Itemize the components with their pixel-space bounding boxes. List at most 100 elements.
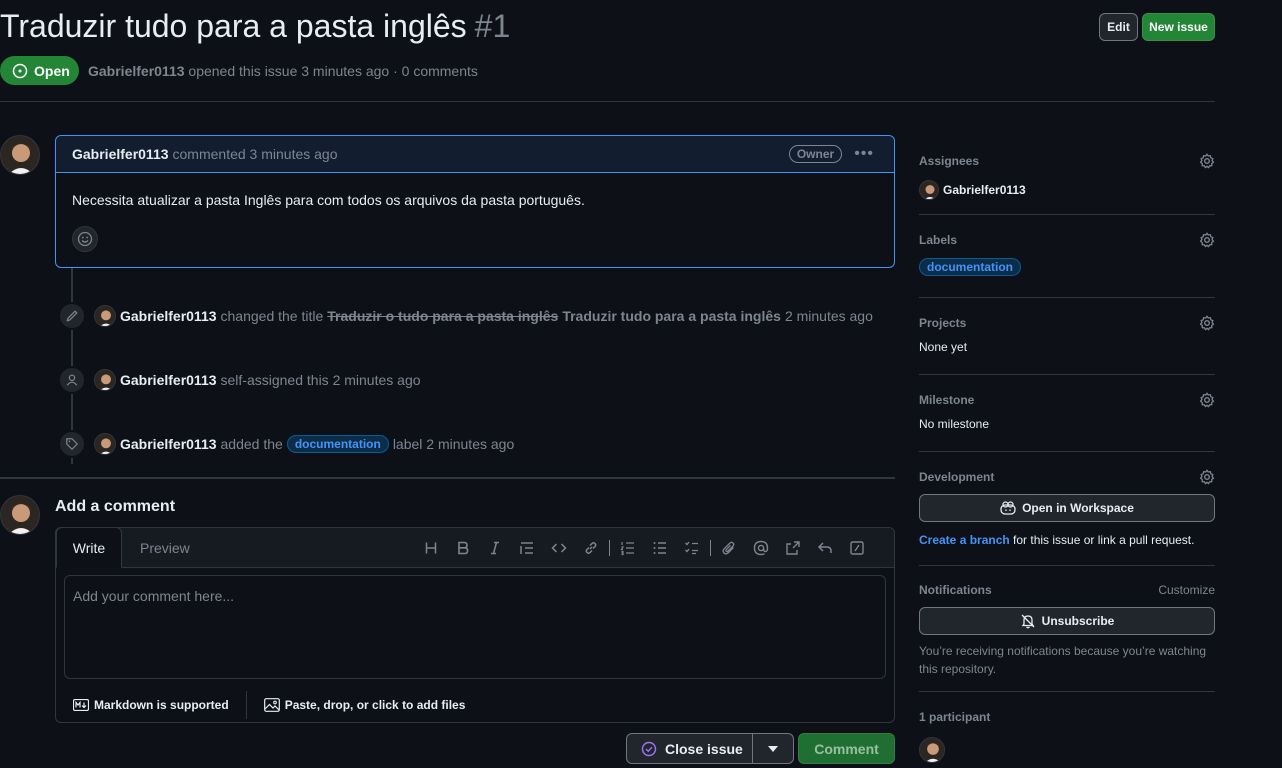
- close-options-button[interactable]: [752, 734, 793, 763]
- avatar[interactable]: [94, 433, 116, 455]
- toolbar-divider: [710, 540, 711, 556]
- issue-title-text: Traduzir tudo para a pasta inglês: [0, 8, 467, 44]
- gear-icon[interactable]: [1199, 469, 1215, 485]
- customize-link[interactable]: Customize: [1158, 583, 1215, 597]
- avatar[interactable]: [94, 369, 116, 391]
- close-issue-label: Close issue: [665, 740, 743, 757]
- sidebar-milestone: Milestone No milestone: [919, 391, 1215, 431]
- issue-open-icon: [12, 63, 28, 79]
- tab-preview[interactable]: Preview: [140, 540, 190, 556]
- sidebar-participants: 1 participant: [919, 708, 1215, 763]
- slash-commands-icon[interactable]: [841, 538, 873, 558]
- status-badge: Open: [0, 56, 79, 85]
- unsubscribe-button[interactable]: Unsubscribe: [919, 607, 1215, 635]
- status-label: Open: [34, 62, 70, 79]
- assignee-item[interactable]: Gabrielfer0113: [919, 180, 1215, 200]
- timeline-text: Gabrielfer0113 self-assigned this 2 minu…: [120, 372, 421, 388]
- comment-box: Gabrielfer0113 commented 3 minutes ago O…: [55, 135, 895, 268]
- bulleted-list-icon[interactable]: [644, 538, 676, 558]
- old-title: Traduzir o tudo para a pasta inglês: [327, 308, 559, 324]
- markdown-supported-link[interactable]: Markdown is supported: [73, 698, 229, 712]
- projects-heading: Projects: [919, 316, 967, 330]
- timeline-divider: [0, 477, 895, 479]
- sidebar-divider: [919, 297, 1215, 298]
- gear-icon[interactable]: [1199, 315, 1215, 331]
- notifications-heading: Notifications: [919, 583, 992, 597]
- comment-textarea[interactable]: Add your comment here...: [64, 575, 886, 679]
- assignees-heading: Assignees: [919, 154, 980, 168]
- sidebar-notifications: Notifications Customize Unsubscribe You’…: [919, 581, 1215, 678]
- label-documentation[interactable]: documentation: [919, 258, 1021, 276]
- attach-files-button[interactable]: Paste, drop, or click to add files: [263, 698, 465, 712]
- tab-write[interactable]: Write: [56, 527, 122, 568]
- person-icon: [58, 366, 86, 394]
- event-verb: changed the title: [220, 308, 324, 324]
- timeline-text: Gabrielfer0113 changed the title Traduzi…: [120, 308, 873, 324]
- code-icon[interactable]: [543, 538, 575, 558]
- owner-badge: Owner: [788, 145, 843, 163]
- edit-button[interactable]: Edit: [1099, 13, 1138, 41]
- actor-link[interactable]: Gabrielfer0113: [120, 372, 217, 388]
- event-verb: added the: [220, 436, 283, 452]
- numbered-list-icon[interactable]: [612, 538, 644, 558]
- development-heading: Development: [919, 470, 995, 484]
- comment-author-link[interactable]: Gabrielfer0113: [72, 146, 169, 162]
- gear-icon[interactable]: [1199, 153, 1215, 169]
- issue-author-link[interactable]: Gabrielfer0113: [88, 63, 185, 79]
- reply-icon[interactable]: [809, 538, 841, 558]
- event-text: self-assigned this 2 minutes ago: [220, 372, 421, 388]
- timeline-text: Gabrielfer0113 added the documentation l…: [120, 435, 514, 453]
- task-list-icon[interactable]: [676, 538, 708, 558]
- comment-timestamp[interactable]: commented 3 minutes ago: [173, 146, 338, 162]
- issue-title: Traduzir tudo para a pasta inglês #1: [0, 8, 510, 45]
- issue-number: #1: [474, 8, 511, 44]
- development-note: Create a branch for this issue or link a…: [919, 533, 1215, 547]
- avatar[interactable]: [919, 737, 945, 763]
- gear-icon[interactable]: [1199, 232, 1215, 248]
- avatar[interactable]: [94, 305, 116, 327]
- timeline-event-label: Gabrielfer0113 added the documentation l…: [58, 430, 514, 458]
- assignee-name: Gabrielfer0113: [943, 183, 1026, 197]
- issue-meta-text: opened this issue 3 minutes ago · 0 comm…: [188, 63, 478, 79]
- add-comment-heading: Add a comment: [55, 498, 176, 515]
- avatar[interactable]: [0, 495, 40, 535]
- kebab-menu-icon[interactable]: •••: [854, 145, 874, 163]
- mention-icon[interactable]: [745, 538, 777, 558]
- sidebar-divider: [919, 214, 1215, 215]
- check-circle-icon: [641, 741, 657, 757]
- actor-link[interactable]: Gabrielfer0113: [120, 436, 217, 452]
- labels-heading: Labels: [919, 233, 958, 247]
- issue-meta: Gabrielfer0113 opened this issue 3 minut…: [88, 63, 478, 79]
- gear-icon[interactable]: [1199, 392, 1215, 408]
- sidebar-divider: [919, 451, 1215, 452]
- avatar[interactable]: [0, 135, 40, 175]
- cross-reference-icon[interactable]: [777, 538, 809, 558]
- create-branch-link[interactable]: Create a branch: [919, 533, 1010, 547]
- quote-icon[interactable]: [511, 538, 543, 558]
- timeline-event-title-change: Gabrielfer0113 changed the title Traduzi…: [58, 302, 873, 330]
- open-in-workspace-button[interactable]: Open in Workspace: [919, 494, 1215, 522]
- editor-footer: Markdown is supported Paste, drop, or cl…: [56, 687, 894, 723]
- pencil-icon: [58, 302, 86, 330]
- actor-link[interactable]: Gabrielfer0113: [120, 308, 217, 324]
- close-issue-button[interactable]: Close issue: [627, 734, 752, 763]
- comment-button[interactable]: Comment: [798, 733, 895, 764]
- bold-icon[interactable]: [447, 538, 479, 558]
- sidebar-assignees: Assignees Gabrielfer0113: [919, 152, 1215, 200]
- markdown-note: Markdown is supported: [94, 698, 229, 712]
- sidebar-divider: [919, 565, 1215, 566]
- heading-icon[interactable]: [415, 538, 447, 558]
- chevron-down-icon: [768, 745, 778, 752]
- sidebar-development: Development Open in Workspace Create a b…: [919, 468, 1215, 547]
- label-documentation[interactable]: documentation: [286, 435, 389, 453]
- event-time[interactable]: 2 minutes ago: [785, 308, 873, 324]
- timeline-event-assign: Gabrielfer0113 self-assigned this 2 minu…: [58, 366, 421, 394]
- unsubscribe-label: Unsubscribe: [1041, 614, 1115, 628]
- participants-heading: 1 participant: [919, 710, 991, 724]
- italic-icon[interactable]: [479, 538, 511, 558]
- paperclip-icon[interactable]: [713, 538, 745, 558]
- link-icon[interactable]: [575, 538, 607, 558]
- development-note-text: for this issue or link a pull request.: [1013, 533, 1195, 547]
- new-issue-button[interactable]: New issue: [1142, 13, 1215, 41]
- add-reaction-button[interactable]: [72, 226, 98, 252]
